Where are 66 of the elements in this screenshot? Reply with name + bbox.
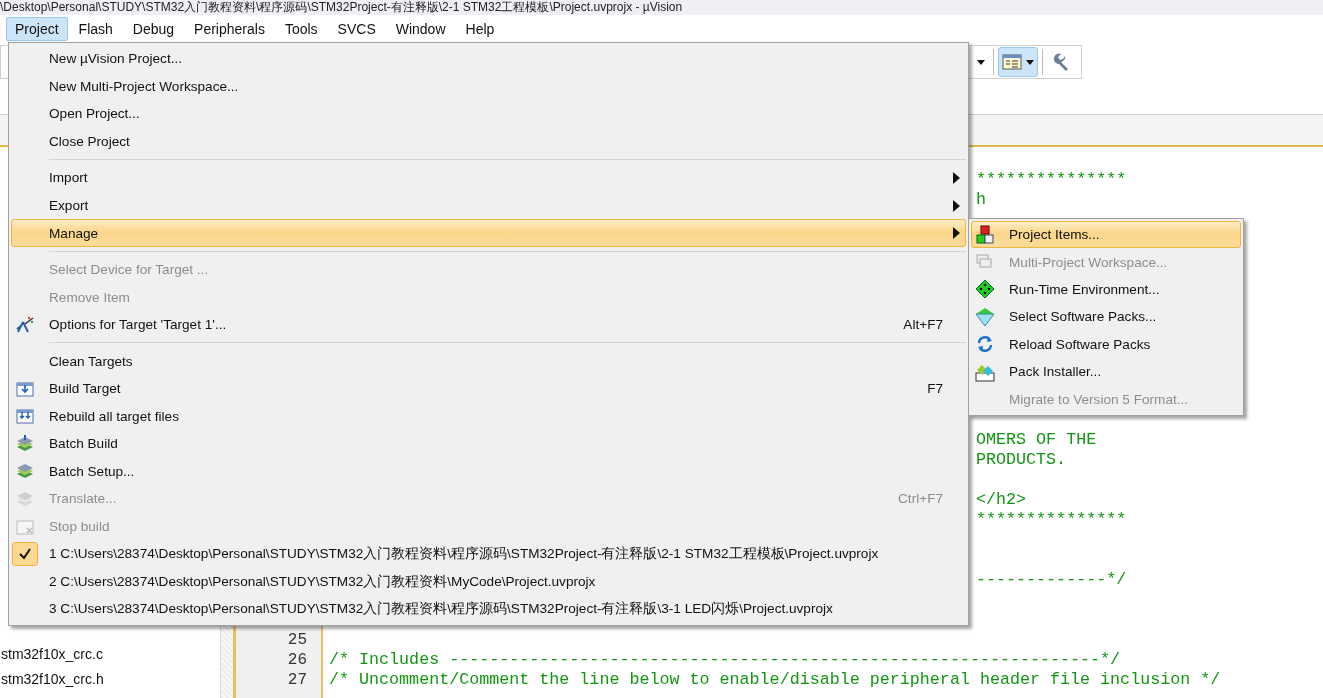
stack-icon [15,489,35,508]
stop-build-icon [15,517,35,536]
shortcut-label: Ctrl+F7 [898,491,944,507]
menu-item[interactable]: Open Project... [11,100,966,128]
file-item[interactable]: stm32f10x_crc.h [0,667,220,692]
build-icon [15,379,35,398]
submenu-arrow-icon [952,199,960,212]
window-icon [1002,54,1022,70]
menu-item[interactable]: Batch Setup... [11,457,966,486]
funnel-icon [975,306,995,327]
menu-title[interactable]: Help [456,16,504,41]
menu-title[interactable]: Peripherals [185,16,274,41]
menu-item[interactable]: New µVision Project... [11,45,966,73]
shortcut-label: F7 [927,381,944,397]
menu-item[interactable]: Build Target F7 [11,375,966,403]
menu-title[interactable]: Project [6,16,68,41]
file-item[interactable]: stm32f10x_crc.c [0,642,220,667]
menu-title[interactable]: SVCS [328,16,385,41]
menu-item[interactable]: Reload Software Packs [971,330,1241,358]
menu-item[interactable]: Close Project [11,127,966,156]
diamond-icon [975,279,995,300]
menu-item[interactable]: 2 C:\Users\28374\Desktop\Personal\STUDY\STM32入门教程资料\MyCode\Project.uvprojx [11,567,966,596]
code-line: OMERS OF THE [976,430,1097,449]
rebuild-icon [15,407,35,426]
line-number: 27 [287,671,307,689]
menu-title[interactable]: Window [386,16,455,41]
menu-title[interactable]: Tools [275,16,327,41]
menu-item[interactable]: Batch Build [11,430,966,458]
menu-title[interactable]: Flash [69,16,122,41]
code-line: *************** [976,510,1127,529]
shortcut-label: Alt+F7 [903,317,944,333]
line-number: 25 [287,631,307,649]
menu-item[interactable]: Pack Installer... [971,357,1241,386]
menu-title[interactable]: Debug [123,16,184,41]
caret-icon [1026,59,1034,65]
blocks-icon [975,224,995,245]
wand-icon [15,315,35,334]
wrench-icon [1051,52,1071,72]
submenu-arrow-icon [952,227,960,240]
menu-item[interactable]: Options for Target 'Target 1'... Alt+F7 [11,310,966,339]
code-line: /* Uncomment/Comment the line below to enable/disable peripheral header file inclusion */ [329,670,1221,689]
check-icon [18,547,32,562]
menu-item[interactable]: 3 C:\Users\28374\Desktop\Personal\STUDY\STM32入门教程资料\程序源码\STM32Project-有注释版\3-1 LED闪烁\Project.uvprojx [11,595,966,623]
menu-item[interactable]: New Multi-Project Workspace... [11,72,966,101]
menu-item[interactable]: Export [11,191,966,220]
code-line: *************** [976,170,1127,189]
code-line: </h2> [976,490,1027,509]
code-line: h [976,190,986,209]
menu-item[interactable]: Rebuild all target files [11,402,966,431]
window-title: \Desktop\Personal\STUDY\STM32入门教程资料\程序源码\STM32Project-有注释版\2-1 STM32工程模板\Project.uvprojx - µVision [0,0,684,15]
code-line: /* Includes -----------------------------------------------------------------*/ [329,650,1121,669]
refresh-icon [975,334,995,355]
menu-item[interactable]: Manage [11,219,966,247]
line-number: 26 [287,651,307,669]
stack-icon [15,434,35,453]
menu-item[interactable]: Run-Time Environment... [971,275,1241,304]
submenu-arrow-icon [952,171,960,184]
menu-item[interactable]: Clean Targets [11,347,966,375]
menu-item[interactable]: 1 C:\Users\28374\Desktop\Personal\STUDY\STM32入门教程资料\程序源码\STM32Project-有注释版\2-1 STM32工程模板\Project.uvprojx [11,540,966,568]
menu-item[interactable]: Select Software Packs... [971,303,1241,331]
menu-item[interactable]: Project Items... [971,221,1241,249]
stack-icon [15,462,35,481]
menu-item[interactable]: Import [11,164,966,192]
caret-icon [977,59,985,65]
code-line: PRODUCTS. [976,450,1067,469]
code-line: -------------*/ [976,570,1127,589]
